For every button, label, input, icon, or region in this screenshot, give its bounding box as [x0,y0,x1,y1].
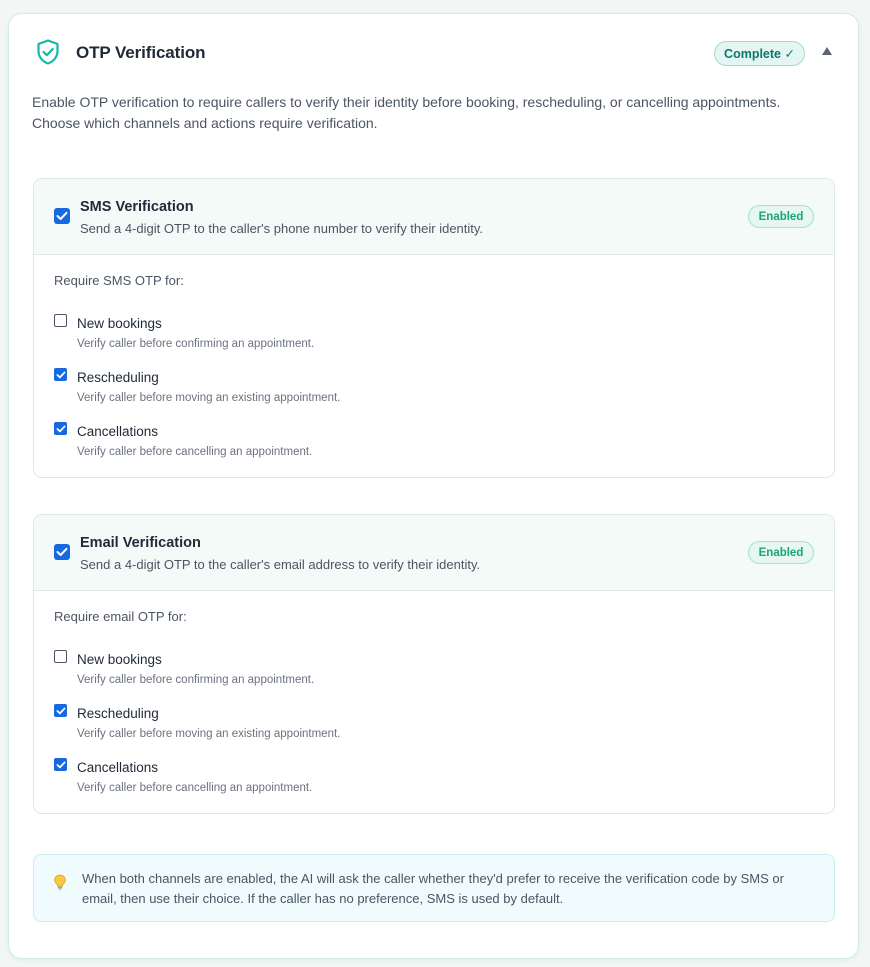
otp-verification-card: OTP Verification Complete ✓ Enable OTP v… [8,13,859,959]
section-description: Enable OTP verification to require calle… [32,94,781,131]
option-title: New bookings [77,652,162,667]
info-note-text: When both channels are enabled, the AI w… [82,871,784,906]
page-title: OTP Verification [76,43,206,62]
option-title: Cancellations [77,424,159,439]
info-note: When both channels are enabled, the AI w… [33,854,835,922]
option-subtitle: Verify caller before confirming an appoi… [77,338,315,350]
sms-require-label: Require SMS OTP for: [54,273,184,288]
email-verification-checkbox[interactable] [54,544,70,560]
sms-channel-subtitle: Send a 4-digit OTP to the caller's phone… [80,221,484,236]
email-cancellations-checkbox[interactable] [54,758,67,771]
option-subtitle: Verify caller before moving an existing … [77,392,341,404]
option-subtitle: Verify caller before moving an existing … [77,728,341,740]
option-title: Rescheduling [77,370,159,385]
status-badge: Complete ✓ [714,41,805,66]
collapse-button[interactable] [820,45,834,59]
email-channel-subtitle: Send a 4-digit OTP to the caller's email… [80,557,481,572]
sms-cancellations-checkbox[interactable] [54,422,67,435]
option-subtitle: Verify caller before cancelling an appoi… [77,446,313,458]
email-option-new-bookings[interactable]: New bookings Verify caller before confir… [54,649,754,699]
card-header[interactable]: OTP Verification Complete ✓ [9,14,858,90]
email-enabled-badge: Enabled [748,541,814,564]
sms-rescheduling-checkbox[interactable] [54,368,67,381]
sms-verification-checkbox[interactable] [54,208,70,224]
sms-enabled-badge: Enabled [748,205,814,228]
sms-new-bookings-checkbox[interactable] [54,314,67,327]
email-channel-header: Email Verification Send a 4-digit OTP to… [34,515,834,591]
sms-options: Require SMS OTP for: New bookings Verify… [34,255,834,477]
option-subtitle: Verify caller before cancelling an appoi… [77,782,313,794]
option-title: Cancellations [77,760,159,775]
email-new-bookings-checkbox[interactable] [54,650,67,663]
sms-channel-header: SMS Verification Send a 4-digit OTP to t… [34,179,834,255]
sms-option-new-bookings[interactable]: New bookings Verify caller before confir… [54,313,754,363]
email-verification-panel: Email Verification Send a 4-digit OTP to… [33,514,835,814]
email-require-label: Require email OTP for: [54,609,187,624]
sms-channel-title: SMS Verification [80,199,194,215]
shield-check-icon [34,38,62,66]
email-options: Require email OTP for: New bookings Veri… [34,591,834,813]
email-channel-title: Email Verification [80,535,201,551]
sms-verification-panel: SMS Verification Send a 4-digit OTP to t… [33,178,835,478]
sms-option-rescheduling[interactable]: Rescheduling Verify caller before moving… [54,367,754,417]
option-subtitle: Verify caller before confirming an appoi… [77,674,315,686]
email-option-rescheduling[interactable]: Rescheduling Verify caller before moving… [54,703,754,753]
email-option-cancellations[interactable]: Cancellations Verify caller before cance… [54,757,754,807]
sms-option-cancellations[interactable]: Cancellations Verify caller before cance… [54,421,754,471]
lightbulb-icon [53,874,67,890]
option-title: Rescheduling [77,706,159,721]
chevron-up-icon [821,43,833,61]
option-title: New bookings [77,316,162,331]
email-rescheduling-checkbox[interactable] [54,704,67,717]
